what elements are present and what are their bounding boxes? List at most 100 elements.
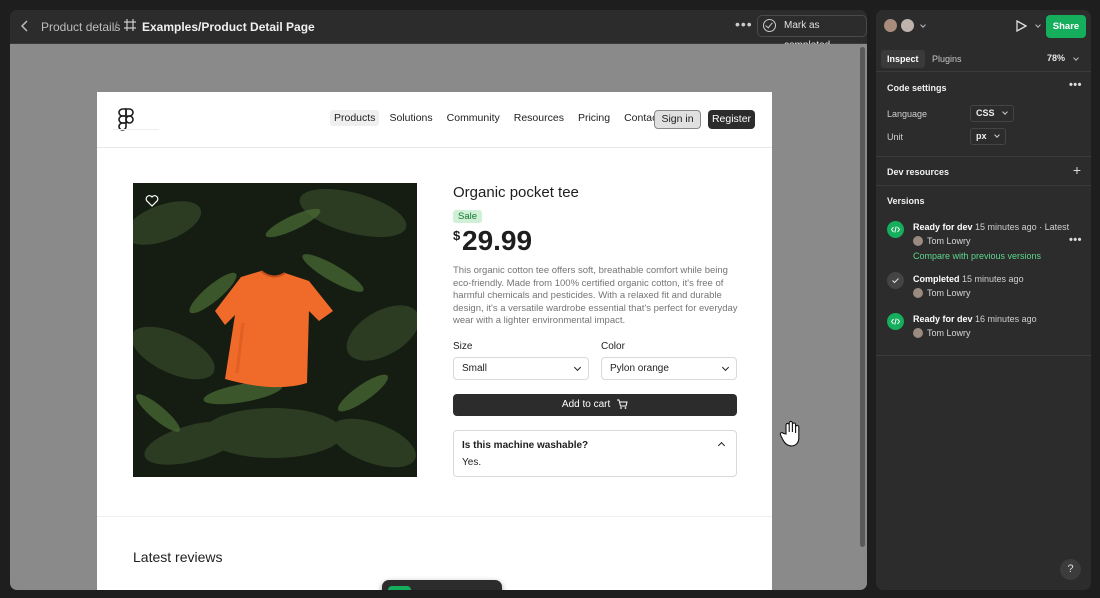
help-button[interactable]: ? bbox=[1060, 559, 1081, 580]
avatar bbox=[913, 288, 923, 298]
language-value: CSS bbox=[976, 108, 995, 118]
dev-ready-icon bbox=[887, 221, 904, 238]
avatar[interactable] bbox=[900, 18, 915, 33]
product-image bbox=[133, 183, 417, 477]
inspect-panel: Share Inspect Plugins 78% Code settings … bbox=[876, 10, 1091, 590]
version-author-name: Tom Lowry bbox=[927, 236, 971, 246]
tab-plugins[interactable]: Plugins bbox=[926, 50, 968, 68]
zoom-level[interactable]: 78% bbox=[1047, 53, 1065, 63]
version-author: Tom Lowry bbox=[913, 236, 971, 246]
faq-answer: Yes. bbox=[462, 457, 482, 468]
unit-select[interactable]: px bbox=[970, 128, 1006, 145]
price-currency: $ bbox=[453, 228, 461, 243]
version-time: 16 minutes ago bbox=[975, 314, 1037, 324]
chevron-down-icon bbox=[993, 132, 1000, 138]
register-button[interactable]: Register bbox=[708, 110, 755, 129]
nav-link-resources[interactable]: Resources bbox=[510, 110, 568, 126]
chevron-down-icon bbox=[1001, 109, 1008, 115]
canvas-area[interactable]: Products Solutions Community Resources P… bbox=[10, 44, 867, 590]
file-topbar: Product details / Examples/Product Detai… bbox=[10, 10, 867, 51]
mark-as-completed-button[interactable]: Mark as completed bbox=[757, 15, 867, 51]
nav-link-pricing[interactable]: Pricing bbox=[574, 110, 614, 126]
add-icon[interactable]: + bbox=[1073, 162, 1081, 178]
version-title[interactable]: Ready for dev 15 minutes ago · Latest bbox=[913, 222, 1069, 232]
cart-icon bbox=[617, 396, 628, 418]
dev-resources-title: Dev resources bbox=[887, 167, 950, 177]
code-settings-title: Code settings bbox=[887, 83, 947, 93]
more-options-icon[interactable]: ••• bbox=[1069, 234, 1082, 246]
version-author-name: Tom Lowry bbox=[927, 328, 971, 338]
version-author-name: Tom Lowry bbox=[927, 288, 971, 298]
versions-title: Versions bbox=[887, 196, 925, 206]
product-title: Organic pocket tee bbox=[453, 184, 579, 201]
file-title: Examples/Product Detail Page bbox=[142, 20, 315, 34]
version-status: Ready for dev bbox=[913, 314, 973, 324]
dev-ready-icon bbox=[887, 313, 904, 330]
version-title[interactable]: Ready for dev 16 minutes ago bbox=[913, 314, 1037, 324]
version-tag: · Latest bbox=[1039, 222, 1070, 232]
language-select[interactable]: CSS bbox=[970, 105, 1014, 122]
app-root: Product details / Examples/Product Detai… bbox=[0, 0, 1100, 598]
product-detail-frame: Products Solutions Community Resources P… bbox=[97, 92, 772, 590]
color-select-value: Pylon orange bbox=[610, 363, 669, 374]
nav-link-community[interactable]: Community bbox=[443, 110, 504, 126]
canvas-scrollbar[interactable] bbox=[860, 47, 865, 547]
move-tool-button[interactable] bbox=[388, 586, 411, 590]
language-label: Language bbox=[887, 109, 928, 119]
breadcrumb[interactable]: Product details bbox=[41, 20, 120, 34]
version-time: 15 minutes ago bbox=[962, 274, 1024, 284]
site-nav-links: Products Solutions Community Resources P… bbox=[330, 110, 670, 126]
chevron-down-icon[interactable] bbox=[1073, 55, 1079, 61]
version-author: Tom Lowry bbox=[913, 288, 971, 298]
faq-question: Is this machine washable? bbox=[462, 440, 589, 451]
panel-divider bbox=[876, 355, 1091, 356]
measure-tool-button[interactable] bbox=[417, 586, 440, 590]
site-navbar: Products Solutions Community Resources P… bbox=[97, 92, 772, 148]
hand-cursor-icon bbox=[778, 420, 804, 448]
panel-header: Share bbox=[876, 10, 1091, 44]
play-icon[interactable] bbox=[1015, 19, 1028, 33]
comment-tool-button[interactable] bbox=[475, 586, 498, 590]
add-to-cart-label: Add to cart bbox=[561, 399, 611, 410]
chevron-down-icon bbox=[573, 363, 582, 372]
color-label: Color bbox=[601, 341, 625, 352]
faq-accordion[interactable]: Is this machine washable? Yes. bbox=[453, 430, 737, 477]
unit-value: px bbox=[976, 131, 987, 141]
frame-icon bbox=[124, 19, 138, 33]
chevron-down-icon bbox=[721, 363, 730, 372]
nav-link-solutions[interactable]: Solutions bbox=[385, 110, 436, 126]
logo-underline bbox=[113, 129, 159, 130]
sign-in-button[interactable]: Sign in bbox=[654, 110, 701, 129]
price-amount: 29.99 bbox=[462, 225, 533, 256]
size-select[interactable]: Small bbox=[453, 357, 589, 380]
version-status: Completed bbox=[913, 274, 960, 284]
more-options-icon[interactable]: ••• bbox=[1069, 79, 1082, 91]
sale-badge: Sale bbox=[453, 210, 483, 223]
check-circle-icon bbox=[763, 19, 776, 32]
color-select[interactable]: Pylon orange bbox=[601, 357, 737, 380]
avatar[interactable] bbox=[883, 18, 898, 33]
share-button[interactable]: Share bbox=[1046, 15, 1086, 38]
product-description: This organic cotton tee offers soft, bre… bbox=[453, 265, 738, 326]
tab-inspect[interactable]: Inspect bbox=[881, 50, 925, 68]
reviews-heading: Latest reviews bbox=[133, 549, 223, 565]
back-arrow-icon[interactable] bbox=[20, 19, 34, 35]
breadcrumb-separator: / bbox=[114, 19, 118, 34]
chevron-down-icon[interactable] bbox=[920, 22, 926, 28]
version-time: 15 minutes ago bbox=[975, 222, 1037, 232]
chevron-up-icon[interactable] bbox=[717, 441, 726, 450]
completed-check-icon bbox=[887, 272, 904, 289]
section-divider bbox=[97, 516, 772, 517]
nav-link-products[interactable]: Products bbox=[330, 110, 380, 126]
version-status: Ready for dev bbox=[913, 222, 973, 232]
version-title[interactable]: Completed 15 minutes ago bbox=[913, 274, 1024, 284]
avatar bbox=[913, 328, 923, 338]
compare-versions-link[interactable]: Compare with previous versions bbox=[913, 251, 1041, 261]
add-to-cart-button[interactable]: Add to cart bbox=[453, 394, 737, 416]
more-options-icon[interactable]: ••• bbox=[735, 16, 753, 32]
chevron-down-icon[interactable] bbox=[1035, 22, 1041, 28]
size-select-value: Small bbox=[462, 363, 488, 374]
version-author: Tom Lowry bbox=[913, 328, 971, 338]
favorite-heart-icon[interactable] bbox=[145, 194, 159, 208]
annotate-tool-button[interactable] bbox=[446, 586, 469, 590]
